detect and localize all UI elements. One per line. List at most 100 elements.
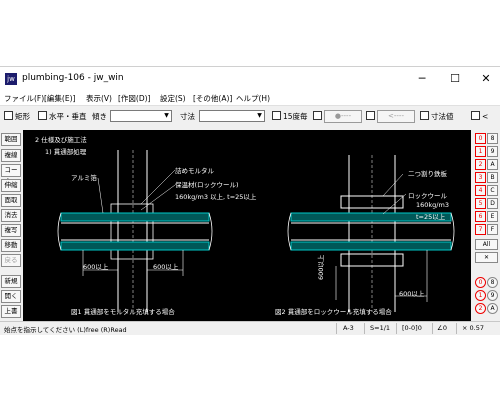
insulation-top [60, 212, 210, 222]
dim-label: 寸法 [180, 112, 195, 121]
tool-corner-button[interactable]: コーナー [1, 164, 21, 185]
status-bar: 始点を指示してください (L)free (R)Read A-3 S=1/1 [0… [0, 321, 500, 335]
right-layer-toolbar: 0 8 1 9 2 A 3 B 4 C 5 D 6 E 7 F All ✕ 0 … [474, 131, 500, 321]
minimize-button[interactable]: ─ [410, 70, 434, 88]
tool-offset-button[interactable]: 複線 [1, 149, 21, 162]
insulation-bottom [60, 241, 210, 251]
tool-erase-button[interactable]: 消去 [1, 209, 21, 222]
insulation-bottom [290, 241, 452, 251]
leader-line [140, 184, 176, 211]
menu-draw[interactable]: [作図(D)] [118, 93, 150, 104]
dim-text-vertical: 600以上 [317, 254, 325, 280]
leader-line [97, 177, 104, 214]
slope-label: 傾き [92, 112, 107, 121]
layer-8[interactable]: 8 [487, 133, 498, 144]
tool-copy-button[interactable]: 複写 [1, 224, 21, 237]
leader-line [140, 169, 176, 205]
tool-undo-button[interactable]: 戻る [1, 254, 21, 267]
file-save-button[interactable]: 上書 [1, 305, 21, 318]
layer-group-7[interactable]: 7 [475, 224, 486, 235]
layer-f[interactable]: F [487, 224, 498, 235]
chevron-down-icon: ▼ [164, 112, 169, 119]
layer-c[interactable]: C [487, 185, 498, 196]
layer-9[interactable]: 9 [487, 146, 498, 157]
tool-move-button[interactable]: 移動 [1, 239, 21, 252]
status-sheet[interactable]: A-3 [343, 324, 354, 332]
group-8-button[interactable]: 8 [487, 277, 498, 288]
tool-stretch-button[interactable]: 伸縮 [1, 179, 21, 192]
group-0-button[interactable]: 0 [475, 277, 486, 288]
status-message: 始点を指示してください (L)free (R)Read [4, 326, 127, 334]
title-bar: jw plumbing-106 - jw_win ─ ☐ ✕ [0, 67, 500, 91]
horiz-vert-checkbox[interactable]: 水平・垂直 [38, 111, 87, 122]
status-zoom[interactable]: × 0.57 [462, 324, 484, 332]
layer-b[interactable]: B [487, 172, 498, 183]
group-9-button[interactable]: 9 [487, 290, 498, 301]
label-insulation: 保温材(ロックウール) [175, 181, 239, 189]
close-button[interactable]: ✕ [474, 70, 498, 88]
label-thickness: t=25以上 [416, 213, 446, 221]
checkbox-icon [272, 111, 281, 120]
group-1-button[interactable]: 1 [475, 290, 486, 301]
dim-text: 600以上 [153, 263, 179, 271]
dim-dropdown[interactable]: ▼ [199, 110, 265, 122]
menu-other[interactable]: [その他(A)] [193, 93, 232, 104]
layer-group-1[interactable]: 1 [475, 146, 486, 157]
btn1-checkbox[interactable] [313, 111, 324, 121]
maximize-button[interactable]: ☐ [443, 70, 467, 88]
label-rockwool: ロックウール [408, 192, 447, 200]
status-separator [364, 323, 365, 334]
layer-group-4[interactable]: 4 [475, 185, 486, 196]
label-density-2: 160kg/m3 [416, 201, 449, 209]
menu-edit[interactable]: [編集(E)] [44, 93, 75, 104]
slope-dropdown[interactable]: ▼ [110, 110, 172, 122]
btn2-checkbox[interactable] [366, 111, 377, 121]
tool-chamfer-button[interactable]: 面取 [1, 194, 21, 207]
status-layer[interactable]: [0-0]0 [402, 324, 422, 332]
status-separator [336, 323, 337, 334]
layer-group-3[interactable]: 3 [475, 172, 486, 183]
layer-invert-button[interactable]: ✕ [475, 252, 498, 263]
checkbox-icon [38, 111, 47, 120]
file-open-button[interactable]: 開く [1, 290, 21, 303]
layer-group-2[interactable]: 2 [475, 159, 486, 170]
menu-view[interactable]: 表示(V) [86, 93, 112, 104]
dim-value-checkbox[interactable]: 寸法値 [420, 111, 454, 122]
menu-file[interactable]: ファイル(F) [4, 93, 44, 104]
checkbox-icon [471, 111, 480, 120]
layer-group-6[interactable]: 6 [475, 211, 486, 222]
layer-all-button[interactable]: All [475, 239, 498, 250]
layer-group-5[interactable]: 5 [475, 198, 486, 209]
checkbox-icon [366, 111, 375, 120]
group-a-button[interactable]: A [487, 303, 498, 314]
deg15-label: 15度毎 [283, 112, 308, 121]
file-new-button[interactable]: 新規 [1, 275, 21, 288]
status-angle[interactable]: ∠0 [437, 324, 447, 332]
horiz-vert-label: 水平・垂直 [49, 112, 87, 121]
drawing-canvas[interactable]: 2 仕様及び施工法 1) 貫通部処理 アルミ箔 詰めモルタル 保温材(ロックウー… [23, 130, 471, 321]
label-alumi: アルミ箔 [71, 174, 97, 182]
deg15-checkbox[interactable]: 15度毎 [272, 111, 308, 122]
menu-bar: ファイル(F) [編集(E)] 表示(V) [作図(D)] 設定(S) [その他… [0, 91, 500, 106]
layer-a[interactable]: A [487, 159, 498, 170]
drawing-subheading: 1) 貫通部処理 [45, 148, 87, 156]
tool-range-button[interactable]: 範囲 [1, 133, 21, 146]
layer-d[interactable]: D [487, 198, 498, 209]
status-scale[interactable]: S=1/1 [370, 324, 390, 332]
layer-e[interactable]: E [487, 211, 498, 222]
group-2-button[interactable]: 2 [475, 303, 486, 314]
window-title: plumbing-106 - jw_win [22, 73, 124, 83]
lt-label: < [482, 112, 489, 121]
rect-checkbox[interactable]: 矩形 [4, 111, 30, 122]
point-mode-button[interactable]: ●---- [324, 110, 362, 123]
menu-help[interactable]: ヘルプ(H) [236, 93, 270, 104]
app-icon: jw [5, 73, 17, 85]
chevron-down-icon: ▼ [257, 112, 262, 119]
figure-2 [287, 155, 455, 312]
lt-checkbox[interactable]: < [471, 111, 488, 121]
layer-group-0[interactable]: 0 [475, 133, 486, 144]
label-split-plate: 二つ割り鉄板 [408, 170, 447, 178]
menu-settings[interactable]: 設定(S) [160, 93, 186, 104]
arrow-mode-button[interactable]: <---- [377, 110, 415, 123]
label-density-1: 160kg/m3 以上, t=25以上 [175, 193, 257, 201]
